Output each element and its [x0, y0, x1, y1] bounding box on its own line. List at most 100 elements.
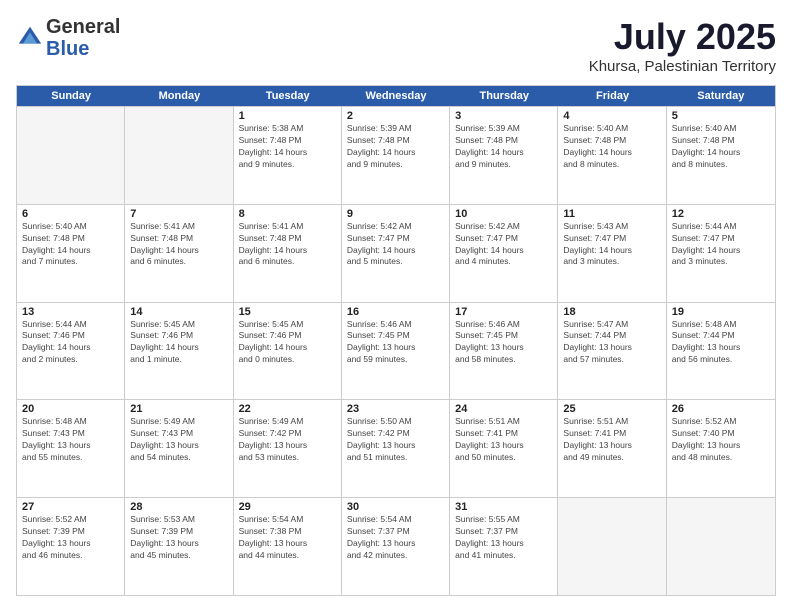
calendar-cell-w4-d6	[667, 498, 775, 595]
calendar-cell-w0-d4: 3Sunrise: 5:39 AMSunset: 7:48 PMDaylight…	[450, 107, 558, 204]
calendar-cell-w3-d4: 24Sunrise: 5:51 AMSunset: 7:41 PMDayligh…	[450, 400, 558, 497]
calendar-cell-w4-d0: 27Sunrise: 5:52 AMSunset: 7:39 PMDayligh…	[17, 498, 125, 595]
header-day-friday: Friday	[558, 86, 666, 106]
day-number: 8	[239, 208, 336, 220]
calendar-cell-w1-d6: 12Sunrise: 5:44 AMSunset: 7:47 PMDayligh…	[667, 205, 775, 302]
day-number: 1	[239, 110, 336, 122]
day-info: Sunrise: 5:44 AMSunset: 7:47 PMDaylight:…	[672, 221, 770, 269]
day-number: 6	[22, 208, 119, 220]
logo: General Blue	[16, 16, 120, 60]
day-number: 25	[563, 403, 660, 415]
day-info: Sunrise: 5:45 AMSunset: 7:46 PMDaylight:…	[130, 319, 227, 367]
day-number: 19	[672, 306, 770, 318]
calendar-cell-w4-d2: 29Sunrise: 5:54 AMSunset: 7:38 PMDayligh…	[234, 498, 342, 595]
page: General Blue July 2025 Khursa, Palestini…	[0, 0, 792, 612]
logo-text: General Blue	[46, 16, 120, 60]
calendar-cell-w3-d3: 23Sunrise: 5:50 AMSunset: 7:42 PMDayligh…	[342, 400, 450, 497]
calendar-cell-w0-d2: 1Sunrise: 5:38 AMSunset: 7:48 PMDaylight…	[234, 107, 342, 204]
calendar-cell-w0-d1	[125, 107, 233, 204]
calendar-cell-w2-d3: 16Sunrise: 5:46 AMSunset: 7:45 PMDayligh…	[342, 303, 450, 400]
day-number: 13	[22, 306, 119, 318]
day-info: Sunrise: 5:47 AMSunset: 7:44 PMDaylight:…	[563, 319, 660, 367]
day-info: Sunrise: 5:46 AMSunset: 7:45 PMDaylight:…	[455, 319, 552, 367]
logo-general: General	[46, 16, 120, 38]
day-info: Sunrise: 5:49 AMSunset: 7:43 PMDaylight:…	[130, 416, 227, 464]
day-info: Sunrise: 5:50 AMSunset: 7:42 PMDaylight:…	[347, 416, 444, 464]
day-number: 4	[563, 110, 660, 122]
calendar-cell-w3-d1: 21Sunrise: 5:49 AMSunset: 7:43 PMDayligh…	[125, 400, 233, 497]
calendar-row-4: 27Sunrise: 5:52 AMSunset: 7:39 PMDayligh…	[17, 497, 775, 595]
day-number: 17	[455, 306, 552, 318]
day-number: 29	[239, 501, 336, 513]
calendar-cell-w1-d5: 11Sunrise: 5:43 AMSunset: 7:47 PMDayligh…	[558, 205, 666, 302]
calendar-cell-w4-d4: 31Sunrise: 5:55 AMSunset: 7:37 PMDayligh…	[450, 498, 558, 595]
day-info: Sunrise: 5:42 AMSunset: 7:47 PMDaylight:…	[455, 221, 552, 269]
day-number: 9	[347, 208, 444, 220]
day-info: Sunrise: 5:49 AMSunset: 7:42 PMDaylight:…	[239, 416, 336, 464]
day-number: 15	[239, 306, 336, 318]
header-day-sunday: Sunday	[17, 86, 125, 106]
calendar-cell-w4-d5	[558, 498, 666, 595]
calendar-cell-w3-d2: 22Sunrise: 5:49 AMSunset: 7:42 PMDayligh…	[234, 400, 342, 497]
header-day-tuesday: Tuesday	[234, 86, 342, 106]
day-info: Sunrise: 5:54 AMSunset: 7:37 PMDaylight:…	[347, 514, 444, 562]
calendar-cell-w2-d5: 18Sunrise: 5:47 AMSunset: 7:44 PMDayligh…	[558, 303, 666, 400]
calendar-cell-w1-d0: 6Sunrise: 5:40 AMSunset: 7:48 PMDaylight…	[17, 205, 125, 302]
calendar-row-0: 1Sunrise: 5:38 AMSunset: 7:48 PMDaylight…	[17, 106, 775, 204]
day-number: 24	[455, 403, 552, 415]
calendar-cell-w2-d4: 17Sunrise: 5:46 AMSunset: 7:45 PMDayligh…	[450, 303, 558, 400]
calendar-cell-w4-d1: 28Sunrise: 5:53 AMSunset: 7:39 PMDayligh…	[125, 498, 233, 595]
header: General Blue July 2025 Khursa, Palestini…	[16, 16, 776, 75]
header-day-thursday: Thursday	[450, 86, 558, 106]
day-info: Sunrise: 5:41 AMSunset: 7:48 PMDaylight:…	[239, 221, 336, 269]
calendar-row-1: 6Sunrise: 5:40 AMSunset: 7:48 PMDaylight…	[17, 204, 775, 302]
day-number: 22	[239, 403, 336, 415]
calendar-cell-w3-d6: 26Sunrise: 5:52 AMSunset: 7:40 PMDayligh…	[667, 400, 775, 497]
calendar-cell-w2-d1: 14Sunrise: 5:45 AMSunset: 7:46 PMDayligh…	[125, 303, 233, 400]
calendar-row-3: 20Sunrise: 5:48 AMSunset: 7:43 PMDayligh…	[17, 399, 775, 497]
day-number: 2	[347, 110, 444, 122]
calendar-cell-w1-d4: 10Sunrise: 5:42 AMSunset: 7:47 PMDayligh…	[450, 205, 558, 302]
day-info: Sunrise: 5:41 AMSunset: 7:48 PMDaylight:…	[130, 221, 227, 269]
day-info: Sunrise: 5:48 AMSunset: 7:44 PMDaylight:…	[672, 319, 770, 367]
calendar-cell-w2-d0: 13Sunrise: 5:44 AMSunset: 7:46 PMDayligh…	[17, 303, 125, 400]
day-number: 28	[130, 501, 227, 513]
month-title: July 2025	[589, 16, 776, 58]
day-number: 26	[672, 403, 770, 415]
calendar-header: SundayMondayTuesdayWednesdayThursdayFrid…	[17, 86, 775, 106]
calendar-cell-w3-d5: 25Sunrise: 5:51 AMSunset: 7:41 PMDayligh…	[558, 400, 666, 497]
day-info: Sunrise: 5:53 AMSunset: 7:39 PMDaylight:…	[130, 514, 227, 562]
day-info: Sunrise: 5:51 AMSunset: 7:41 PMDaylight:…	[455, 416, 552, 464]
day-number: 27	[22, 501, 119, 513]
day-number: 11	[563, 208, 660, 220]
calendar-row-2: 13Sunrise: 5:44 AMSunset: 7:46 PMDayligh…	[17, 302, 775, 400]
calendar-cell-w2-d6: 19Sunrise: 5:48 AMSunset: 7:44 PMDayligh…	[667, 303, 775, 400]
day-number: 5	[672, 110, 770, 122]
day-number: 30	[347, 501, 444, 513]
day-info: Sunrise: 5:40 AMSunset: 7:48 PMDaylight:…	[563, 123, 660, 171]
calendar-cell-w3-d0: 20Sunrise: 5:48 AMSunset: 7:43 PMDayligh…	[17, 400, 125, 497]
day-info: Sunrise: 5:38 AMSunset: 7:48 PMDaylight:…	[239, 123, 336, 171]
calendar-cell-w1-d1: 7Sunrise: 5:41 AMSunset: 7:48 PMDaylight…	[125, 205, 233, 302]
calendar-body: 1Sunrise: 5:38 AMSunset: 7:48 PMDaylight…	[17, 106, 775, 595]
day-info: Sunrise: 5:40 AMSunset: 7:48 PMDaylight:…	[22, 221, 119, 269]
day-number: 7	[130, 208, 227, 220]
day-info: Sunrise: 5:39 AMSunset: 7:48 PMDaylight:…	[455, 123, 552, 171]
day-number: 20	[22, 403, 119, 415]
calendar-cell-w1-d2: 8Sunrise: 5:41 AMSunset: 7:48 PMDaylight…	[234, 205, 342, 302]
day-info: Sunrise: 5:52 AMSunset: 7:40 PMDaylight:…	[672, 416, 770, 464]
day-number: 3	[455, 110, 552, 122]
day-info: Sunrise: 5:46 AMSunset: 7:45 PMDaylight:…	[347, 319, 444, 367]
calendar-cell-w1-d3: 9Sunrise: 5:42 AMSunset: 7:47 PMDaylight…	[342, 205, 450, 302]
day-info: Sunrise: 5:55 AMSunset: 7:37 PMDaylight:…	[455, 514, 552, 562]
day-info: Sunrise: 5:54 AMSunset: 7:38 PMDaylight:…	[239, 514, 336, 562]
calendar-cell-w2-d2: 15Sunrise: 5:45 AMSunset: 7:46 PMDayligh…	[234, 303, 342, 400]
day-info: Sunrise: 5:42 AMSunset: 7:47 PMDaylight:…	[347, 221, 444, 269]
day-number: 18	[563, 306, 660, 318]
calendar-cell-w0-d6: 5Sunrise: 5:40 AMSunset: 7:48 PMDaylight…	[667, 107, 775, 204]
calendar-cell-w0-d3: 2Sunrise: 5:39 AMSunset: 7:48 PMDaylight…	[342, 107, 450, 204]
day-number: 23	[347, 403, 444, 415]
calendar-cell-w4-d3: 30Sunrise: 5:54 AMSunset: 7:37 PMDayligh…	[342, 498, 450, 595]
day-info: Sunrise: 5:45 AMSunset: 7:46 PMDaylight:…	[239, 319, 336, 367]
day-info: Sunrise: 5:51 AMSunset: 7:41 PMDaylight:…	[563, 416, 660, 464]
